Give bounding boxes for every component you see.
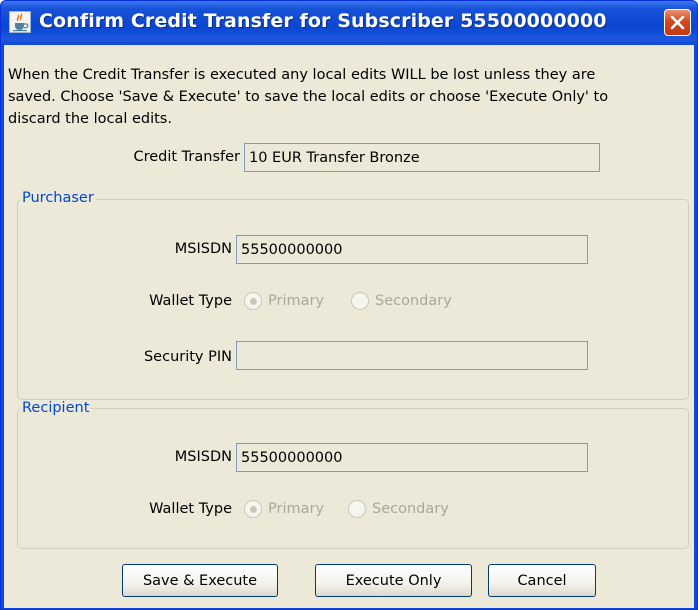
purchaser-group-title: Purchaser [20,190,96,206]
recipient-msisdn-field[interactable] [236,443,588,472]
radio-button[interactable] [244,500,262,518]
close-icon [670,15,685,30]
radio-button[interactable] [348,500,366,518]
execute-only-button[interactable]: Execute Only [315,564,472,597]
recipient-group [17,408,689,549]
credit-transfer-field[interactable] [244,143,600,172]
security-pin-label: Security PIN [143,349,232,365]
intro-line: discard the local edits. [8,111,172,127]
radio-label: Secondary [372,501,449,517]
cancel-button[interactable]: Cancel [488,564,596,597]
purchaser-msisdn-label: MSISDN [174,241,232,257]
title-bar[interactable]: Confirm Credit Transfer for Subscriber 5… [1,1,697,45]
recipient-wallet-type-label: Wallet Type [149,501,232,517]
intro-line: saved. Choose 'Save & Execute' to save t… [8,89,609,105]
window-title: Confirm Credit Transfer for Subscriber 5… [39,10,607,32]
java-coffee-cup-icon [9,11,31,33]
radio-label: Secondary [375,293,452,309]
recipient-group-title: Recipient [20,400,92,416]
security-pin-field[interactable] [236,341,588,370]
dialog-window: Confirm Credit Transfer for Subscriber 5… [0,0,698,610]
radio-button[interactable] [351,292,369,310]
recipient-wallet-primary-radio[interactable]: Primary [244,500,324,518]
intro-line: When the Credit Transfer is executed any… [8,67,596,83]
purchaser-wallet-primary-radio[interactable]: Primary [244,292,324,310]
recipient-msisdn-label: MSISDN [174,449,232,465]
radio-label: Primary [268,293,325,309]
purchaser-msisdn-field[interactable] [236,235,588,264]
radio-label: Primary [268,501,325,517]
close-button[interactable] [664,9,691,36]
recipient-wallet-secondary-radio[interactable]: Secondary [348,500,449,518]
radio-button[interactable] [244,292,262,310]
save-execute-button[interactable]: Save & Execute [122,564,278,597]
purchaser-wallet-type-label: Wallet Type [149,293,232,309]
purchaser-wallet-secondary-radio[interactable]: Secondary [351,292,452,310]
dialog-body: When the Credit Transfer is executed any… [4,45,694,608]
credit-transfer-label: Credit Transfer [133,149,240,165]
